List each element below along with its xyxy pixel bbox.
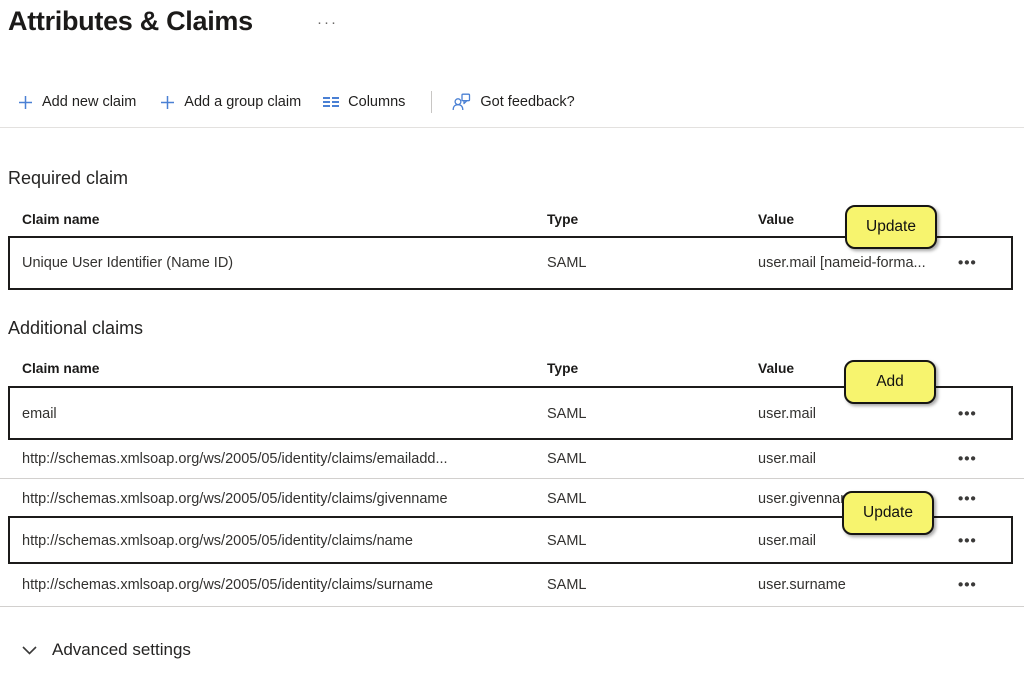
toolbar-rule: [0, 127, 1024, 128]
column-header-value: Value: [758, 361, 794, 376]
claim-name-cell: http://schemas.xmlsoap.org/ws/2005/05/id…: [22, 577, 433, 593]
columns-icon: [323, 97, 339, 107]
claim-row-givenname[interactable]: http://schemas.xmlsoap.org/ws/2005/05/id…: [0, 479, 1024, 518]
add-new-claim-label: Add new claim: [42, 94, 136, 110]
plus-icon: [160, 95, 175, 110]
column-header-type: Type: [547, 212, 578, 227]
chevron-down-icon: [22, 643, 37, 658]
additional-claims-table-header: Claim name Type Value: [0, 361, 1024, 387]
column-header-value: Value: [758, 212, 794, 227]
claim-type-cell: SAML: [547, 451, 587, 467]
plus-icon: [18, 95, 33, 110]
claim-row-unique-user-identifier[interactable]: Unique User Identifier (Name ID) SAML us…: [0, 238, 1024, 288]
claim-row-surname[interactable]: http://schemas.xmlsoap.org/ws/2005/05/id…: [0, 564, 1024, 607]
claim-name-cell: http://schemas.xmlsoap.org/ws/2005/05/id…: [22, 533, 413, 549]
column-header-type: Type: [547, 361, 578, 376]
more-actions-icon[interactable]: •••: [958, 533, 998, 550]
more-actions-icon[interactable]: •••: [958, 577, 998, 594]
claim-type-cell: SAML: [547, 577, 587, 593]
got-feedback-button[interactable]: Got feedback?: [452, 93, 574, 111]
claim-row-name[interactable]: http://schemas.xmlsoap.org/ws/2005/05/id…: [0, 518, 1024, 564]
column-header-claim-name: Claim name: [22, 212, 99, 227]
claim-type-cell: SAML: [547, 533, 587, 549]
more-actions-icon[interactable]: •••: [958, 451, 998, 468]
claim-value-cell: user.mail [nameid-forma...: [758, 255, 926, 271]
claim-type-cell: SAML: [547, 255, 587, 271]
feedback-icon: [452, 93, 471, 111]
claim-name-cell: http://schemas.xmlsoap.org/ws/2005/05/id…: [22, 491, 448, 507]
advanced-settings-toggle[interactable]: Advanced settings: [22, 640, 191, 660]
required-claim-heading: Required claim: [8, 168, 128, 189]
add-new-claim-button[interactable]: Add new claim: [18, 94, 136, 110]
add-group-claim-label: Add a group claim: [184, 94, 301, 110]
attributes-claims-page: Attributes & Claims ··· Add new claim Ad…: [0, 0, 1024, 673]
more-actions-icon[interactable]: •••: [958, 490, 998, 507]
columns-label: Columns: [348, 94, 405, 110]
claim-value-cell: user.givenname: [758, 491, 860, 507]
toolbar-divider: [431, 91, 432, 113]
claim-value-cell: user.mail: [758, 406, 816, 422]
claim-value-cell: user.surname: [758, 577, 846, 593]
page-title: Attributes & Claims: [8, 6, 253, 37]
add-group-claim-button[interactable]: Add a group claim: [160, 94, 301, 110]
column-header-claim-name: Claim name: [22, 361, 99, 376]
claim-name-cell: email: [22, 406, 57, 422]
more-actions-icon[interactable]: •••: [958, 255, 998, 272]
command-bar: Add new claim Add a group claim Columns: [18, 86, 575, 118]
claim-row-emailaddress[interactable]: http://schemas.xmlsoap.org/ws/2005/05/id…: [0, 440, 1024, 479]
claim-name-cell: http://schemas.xmlsoap.org/ws/2005/05/id…: [22, 451, 448, 467]
claim-row-email[interactable]: email SAML user.mail •••: [0, 388, 1024, 440]
claim-type-cell: SAML: [547, 491, 587, 507]
more-actions-icon[interactable]: •••: [958, 406, 998, 423]
required-claim-table-header: Claim name Type Value: [0, 212, 1024, 238]
got-feedback-label: Got feedback?: [480, 94, 574, 110]
claim-name-cell: Unique User Identifier (Name ID): [22, 255, 233, 271]
columns-button[interactable]: Columns: [323, 94, 405, 110]
claim-value-cell: user.mail: [758, 533, 816, 549]
more-options-icon[interactable]: ···: [317, 14, 338, 31]
advanced-settings-label: Advanced settings: [52, 640, 191, 660]
claim-type-cell: SAML: [547, 406, 587, 422]
claim-value-cell: user.mail: [758, 451, 816, 467]
additional-claims-heading: Additional claims: [8, 318, 143, 339]
